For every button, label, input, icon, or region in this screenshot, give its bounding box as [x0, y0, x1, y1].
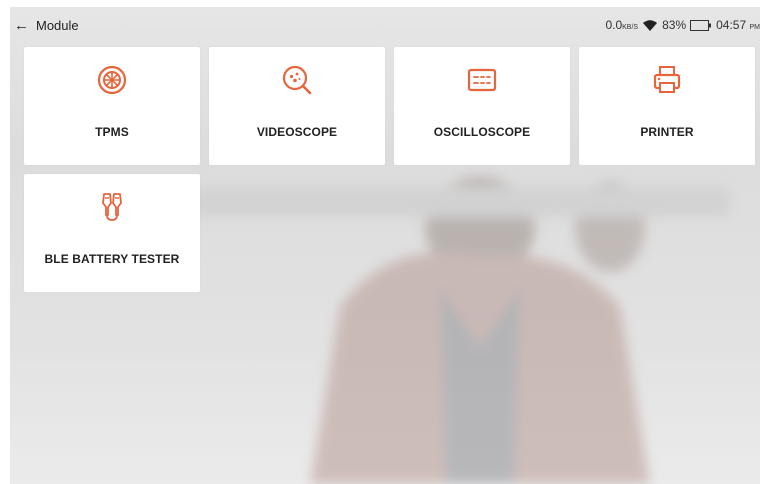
network-speed-value: 0.0: [605, 18, 623, 32]
oscilloscope-icon: [467, 68, 497, 92]
wifi-icon: [643, 19, 658, 31]
module-label: TPMS: [95, 125, 129, 139]
battery-clamps-icon: [102, 193, 122, 221]
clock: 04:57 PM: [716, 18, 760, 32]
network-speed-unit: KB/S: [622, 24, 639, 31]
network-speed: 0.0KB/S: [605, 18, 638, 32]
videoscope-icon: [282, 65, 312, 95]
module-tile-ble-battery-tester[interactable]: BLE BATTERY TESTER: [24, 174, 200, 292]
module-label: BLE BATTERY TESTER: [44, 252, 180, 266]
status-bar: 0.0KB/S 83% 04:57 PM: [605, 17, 760, 33]
top-bar: ← Module 0.0KB/S 83% 04:57 PM: [10, 7, 760, 43]
module-tile-videoscope[interactable]: VIDEOSCOPE: [209, 47, 385, 165]
battery-icon: [690, 19, 712, 31]
module-tile-tpms[interactable]: TPMS: [24, 47, 200, 165]
module-label: VIDEOSCOPE: [256, 125, 338, 139]
module-label: OSCILLOSCOPE: [433, 125, 531, 139]
clock-ampm: PM: [749, 24, 760, 31]
printer-icon: [653, 66, 681, 93]
module-tile-printer[interactable]: PRINTER: [579, 47, 755, 165]
arrow-left-icon: ←: [14, 16, 29, 34]
page-title: Module: [36, 17, 79, 33]
back-button[interactable]: ← Module: [14, 13, 79, 37]
module-tile-oscilloscope[interactable]: OSCILLOSCOPE: [394, 47, 570, 165]
module-label: PRINTER: [640, 125, 694, 139]
battery-percent: 83%: [662, 18, 687, 32]
tire-icon: [97, 65, 127, 95]
clock-time: 04:57: [716, 18, 747, 32]
module-screen: ← Module 0.0KB/S 83% 04:57 PM TPMS VIDEO…: [10, 7, 760, 484]
